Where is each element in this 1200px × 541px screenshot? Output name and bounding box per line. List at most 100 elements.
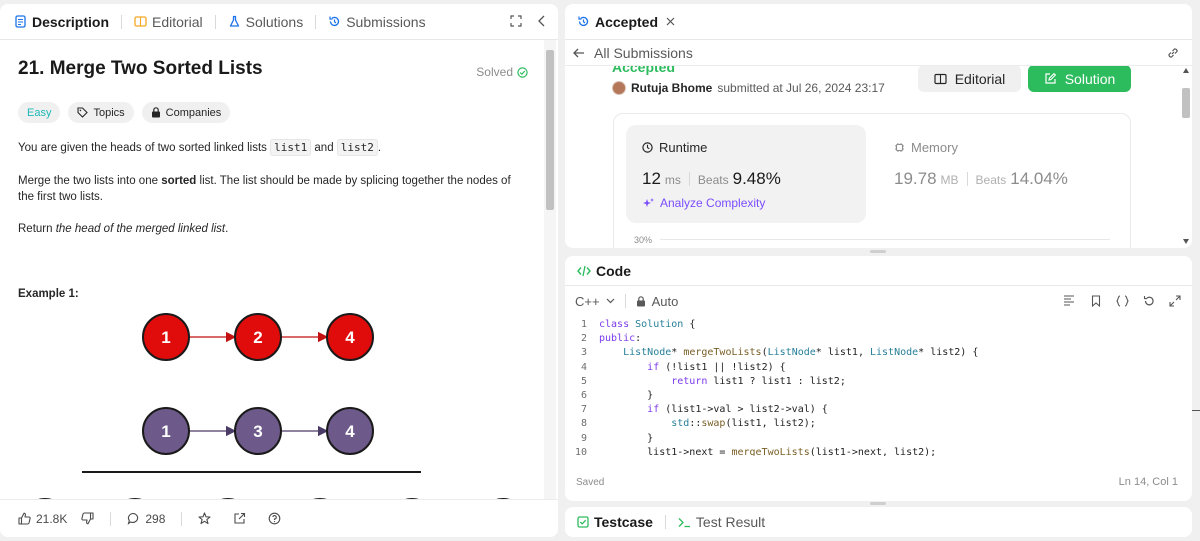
submitter-name[interactable]: Rutuja Bhome <box>631 81 712 95</box>
code-editor[interactable]: 1 class Solution { 2 public: 3 ListNode* m… <box>565 318 1192 456</box>
tab-solutions[interactable]: Solutions <box>224 14 308 30</box>
star-icon <box>198 512 211 525</box>
runtime-card[interactable]: Runtime 12 ms Beats 9.48% Analyze Comple… <box>626 125 866 223</box>
description-scrollbar[interactable] <box>544 40 556 500</box>
editorial-button[interactable]: Editorial <box>918 66 1021 92</box>
braces-icon[interactable] <box>1116 295 1129 307</box>
difficulty-badge[interactable]: Easy <box>18 102 61 123</box>
tab-divider <box>664 515 666 529</box>
list-node: 1 <box>142 407 190 455</box>
editorial-button-label: Editorial <box>954 70 1006 87</box>
code-line: 10 list1->next = mergeTwoLists(list1->ne… <box>574 446 937 456</box>
help-button[interactable] <box>262 508 287 529</box>
footer-divider <box>181 511 183 526</box>
submission-scrollbar[interactable] <box>1180 66 1192 248</box>
language-select[interactable]: C++ <box>575 294 615 309</box>
tab-code[interactable]: Code <box>573 263 635 279</box>
runtime-value: 12 <box>642 169 661 188</box>
favorite-button[interactable] <box>192 508 217 529</box>
left-tabbar: Description Editorial Solutions Submissi… <box>0 4 558 40</box>
share-button[interactable] <box>227 508 252 529</box>
tab-accepted-label: Accepted <box>595 13 659 30</box>
avatar[interactable] <box>612 81 626 95</box>
tab-test-result[interactable]: Test Result <box>674 514 769 530</box>
submission-scroll-area: Accepted Rutuja Bhome submitted at Jul 2… <box>565 66 1180 248</box>
arrow-left-icon <box>573 48 585 58</box>
node-value: 1 <box>161 328 170 347</box>
desc-italic: the head of the merged linked list <box>55 223 226 235</box>
description-panel: Description Editorial Solutions Submissi… <box>0 4 558 537</box>
toolbar-divider <box>624 294 626 308</box>
companies-tag[interactable]: Companies <box>141 102 231 123</box>
code-line: 1 class Solution { <box>580 319 696 330</box>
code-line: 4 if (!list1 || !list2) { <box>580 361 786 373</box>
memory-beats-value: 14.04% <box>1010 169 1068 188</box>
scroll-thumb[interactable] <box>1182 88 1190 118</box>
sparkle-icon <box>642 197 655 210</box>
expand-icon[interactable] <box>1169 295 1181 307</box>
scroll-thumb[interactable] <box>546 50 554 210</box>
tab-editorial[interactable]: Editorial <box>130 14 207 30</box>
chart-gridline <box>660 239 1110 240</box>
link-icon[interactable] <box>1166 46 1180 60</box>
like-button[interactable]: 21.8K <box>12 508 73 530</box>
tab-testcase[interactable]: Testcase <box>573 514 657 530</box>
back-to-submissions[interactable]: All Submissions <box>573 42 693 64</box>
desc-text: and <box>311 142 337 154</box>
editorial-icon <box>134 15 147 28</box>
description-paragraph-3: Return the head of the merged linked lis… <box>18 221 528 237</box>
value-divider <box>688 172 690 186</box>
testcase-panel: Testcase Test Result <box>565 507 1192 537</box>
desc-bold: sorted <box>161 175 197 187</box>
value-divider <box>966 172 968 186</box>
memory-beats-label: Beats <box>975 173 1007 187</box>
runtime-value-row: 12 ms Beats 9.48% <box>642 169 781 189</box>
performance-card: Runtime 12 ms Beats 9.48% Analyze Comple… <box>613 113 1131 248</box>
scroll-down-icon[interactable] <box>1183 239 1189 244</box>
tab-divider <box>315 14 317 29</box>
maximize-icon[interactable] <box>510 15 522 27</box>
history-icon <box>577 15 590 28</box>
thumbs-up-icon <box>18 512 31 525</box>
reset-icon[interactable] <box>1143 295 1155 307</box>
tab-description[interactable]: Description <box>10 14 113 30</box>
dislike-button[interactable] <box>75 508 100 529</box>
check-circle-icon <box>517 66 528 78</box>
code-line: 7 if (list1->val > list2->val) { <box>580 404 828 416</box>
desc-text: Merge the two lists into one <box>18 175 162 187</box>
code-icon <box>577 265 591 277</box>
clock-icon <box>642 142 653 153</box>
footer-divider <box>110 511 112 526</box>
collapse-icon[interactable] <box>537 15 547 27</box>
scroll-up-icon[interactable] <box>1183 68 1189 73</box>
book-icon <box>934 73 947 85</box>
comments-button[interactable]: 298 <box>121 508 171 530</box>
chevron-down-icon <box>606 298 615 304</box>
memory-header[interactable]: Memory <box>894 140 958 155</box>
code-line: 3 ListNode* mergeTwoLists(ListNode* list… <box>580 347 979 359</box>
topics-label: Topics <box>93 106 125 119</box>
bookmark-icon[interactable] <box>1091 295 1101 307</box>
submitter-row: Rutuja Bhome submitted at Jul 26, 2024 2… <box>612 81 885 95</box>
node-value: 3 <box>253 422 262 441</box>
auto-mode-toggle[interactable]: Auto <box>636 294 678 309</box>
thumbs-down-icon <box>81 512 94 525</box>
list-node: 1 <box>142 313 190 361</box>
terminal-icon <box>678 517 691 528</box>
vertical-resize-handle[interactable] <box>870 250 886 253</box>
format-lines-icon[interactable] <box>1063 295 1075 306</box>
tag-list: Easy Topics Companies <box>18 102 231 123</box>
close-icon[interactable] <box>666 17 675 26</box>
list-node: 4 <box>326 407 374 455</box>
topics-tag[interactable]: Topics <box>68 102 134 123</box>
tab-accepted[interactable]: Accepted <box>573 14 679 30</box>
desc-text: You are given the heads of two sorted li… <box>18 142 271 154</box>
code-line: 8 std::swap(list1, list2); <box>580 418 816 430</box>
analyze-complexity-button[interactable]: Analyze Complexity <box>642 196 765 210</box>
solution-button[interactable]: Solution <box>1028 66 1131 92</box>
tag-icon <box>77 107 89 118</box>
vertical-resize-handle[interactable] <box>870 502 886 505</box>
language-label: C++ <box>575 293 600 309</box>
comment-icon <box>127 512 140 525</box>
tab-submissions[interactable]: Submissions <box>324 14 429 30</box>
